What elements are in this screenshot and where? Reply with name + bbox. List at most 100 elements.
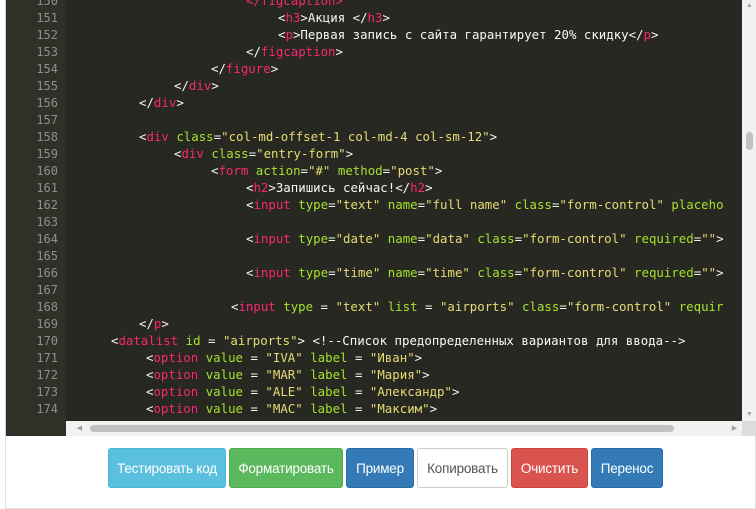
format-button[interactable]: Форматировать <box>229 448 343 488</box>
horizontal-scrollbar[interactable]: ◀ ▶ <box>66 421 742 436</box>
code-token: = <box>243 350 266 365</box>
code-token: value <box>205 401 244 416</box>
example-button[interactable]: Пример <box>346 448 414 488</box>
code-token: type <box>283 299 314 314</box>
code-token: > <box>270 61 279 76</box>
code-token: h2 <box>253 180 269 195</box>
scroll-up-icon[interactable]: ▲ <box>742 0 756 12</box>
code-line: 151 <h3>Акция </h3> <box>6 9 742 26</box>
code-token: label <box>310 384 348 399</box>
code-token: class <box>514 197 552 212</box>
code-area[interactable]: 150 </figcaption> 151 <h3>Акция </h3> 152 <p>… <box>6 0 742 421</box>
code-token: action <box>255 163 301 178</box>
code-line: 155 </div> <box>6 77 742 94</box>
code-text: </div> <box>139 94 184 111</box>
code-token: div <box>188 78 212 93</box>
code-token: "time" <box>425 265 470 280</box>
code-token: "Максим" <box>369 401 430 416</box>
code-text: </div> <box>174 77 219 94</box>
code-token: "entry-form" <box>256 146 346 161</box>
wrap-button[interactable]: Перенос <box>591 448 663 488</box>
code-token: class <box>477 231 515 246</box>
code-token: "airports" <box>222 333 298 348</box>
code-text: <form action="#" method="post"> <box>211 162 442 179</box>
scroll-left-icon[interactable]: ◀ <box>72 421 87 436</box>
code-token: class <box>522 299 560 314</box>
code-token: class <box>477 265 515 280</box>
code-text: <option value = "ALE" label = "Александр… <box>146 383 459 400</box>
code-token: = <box>243 384 266 399</box>
code-text: </figure> <box>211 60 278 77</box>
code-token: option <box>153 367 199 382</box>
code-token: "ALE" <box>265 384 303 399</box>
code-token: "text" <box>335 197 381 212</box>
code-token: = <box>514 231 523 246</box>
code-token: = <box>382 163 391 178</box>
code-text: <p>Первая запись с сайта гарантирует 20%… <box>278 26 659 43</box>
code-token: value <box>205 350 244 365</box>
code-token: = <box>243 367 266 382</box>
line-number: 155 <box>36 79 58 93</box>
vertical-scroll-thumb[interactable] <box>746 132 753 150</box>
code-token: p <box>643 27 652 42</box>
code-token: > <box>422 367 430 382</box>
line-number: 165 <box>36 249 58 263</box>
code-line: 174 <option value = "MAC" label = "Максим… <box>6 400 742 417</box>
code-token: > <box>716 265 724 280</box>
code-text: <input type = "text" list = "airports" c… <box>231 298 723 315</box>
code-token: "Александр" <box>369 384 452 399</box>
code-token: h3 <box>285 10 301 25</box>
scroll-right-icon[interactable]: ▶ <box>727 421 742 436</box>
code-token: "MAC" <box>265 401 303 416</box>
code-token: = <box>213 129 222 144</box>
test-code-button[interactable]: Тестировать код <box>108 448 226 488</box>
code-token: type <box>298 231 329 246</box>
code-token: "Иван" <box>369 350 415 365</box>
line-number: 164 <box>36 232 58 246</box>
code-token: = <box>559 299 567 314</box>
code-token: option <box>153 350 199 365</box>
clear-button[interactable]: Очистить <box>511 448 588 488</box>
line-number: 159 <box>36 147 58 161</box>
code-token: h2 <box>410 180 426 195</box>
code-token: "MAR" <box>265 367 303 382</box>
line-number: 152 <box>36 28 58 42</box>
code-token: >Первая запись с сайта гарантирует 20% с… <box>292 27 644 42</box>
code-token: > <box>345 146 354 161</box>
code-token: </figcaption> <box>246 0 343 8</box>
line-number: 153 <box>36 45 58 59</box>
code-token: > <box>382 10 390 25</box>
code-text: </figcaption> <box>246 43 343 60</box>
code-token: "data" <box>425 231 470 246</box>
code-token: <!--Список предопределенных вариантов дл… <box>312 333 686 348</box>
code-line: 152 <p>Первая запись с сайта гарантирует … <box>6 26 742 43</box>
copy-button[interactable]: Копировать <box>417 448 508 488</box>
code-token: </ <box>211 61 226 76</box>
code-token: = <box>417 299 440 314</box>
code-token: label <box>310 401 348 416</box>
scroll-down-icon[interactable]: ▼ <box>742 409 756 421</box>
code-token: div <box>146 129 169 144</box>
code-token: = <box>200 333 223 348</box>
vertical-scrollbar[interactable]: ▲ ▼ <box>742 0 756 421</box>
line-number: 158 <box>36 130 58 144</box>
code-editor[interactable]: 150 </figcaption> 151 <h3>Акция </h3> 152 <p>… <box>5 0 756 436</box>
code-token: type <box>298 197 329 212</box>
code-token: = <box>417 231 426 246</box>
code-token: "full name" <box>425 197 508 212</box>
line-number: 169 <box>36 317 58 331</box>
line-number: 157 <box>36 113 58 127</box>
line-number: 162 <box>36 198 58 212</box>
code-token: "form-control" <box>522 265 627 280</box>
code-token: name <box>387 265 418 280</box>
horizontal-scroll-thumb[interactable] <box>90 425 674 432</box>
code-token: datalist <box>118 333 179 348</box>
code-line: 153 </figcaption> <box>6 43 742 60</box>
code-line: 160 <form action="#" method="post"> <box>6 162 742 179</box>
code-token: "airports" <box>439 299 515 314</box>
code-token: placeho <box>671 197 724 212</box>
